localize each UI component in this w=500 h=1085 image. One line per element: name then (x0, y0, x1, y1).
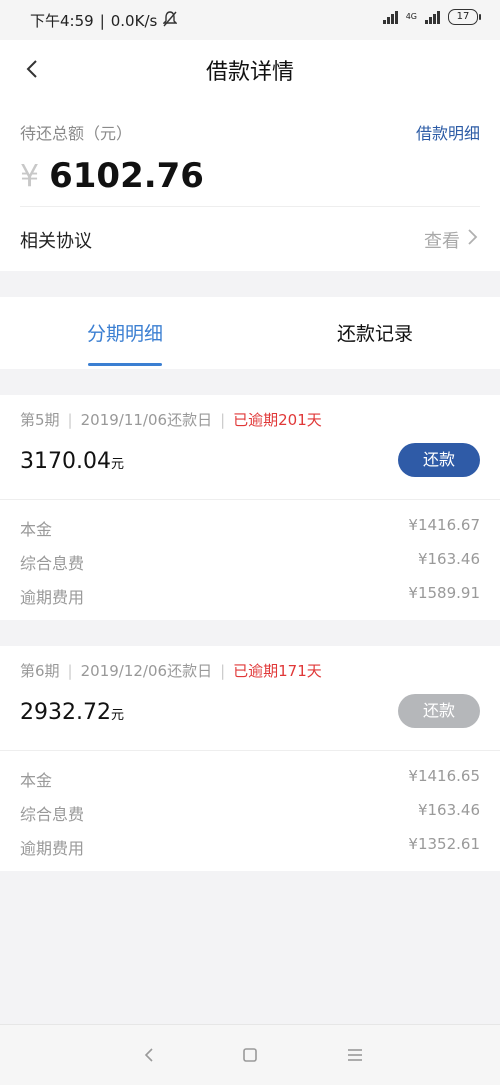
breakdown-row-principal: 本金 ¥1416.65 (20, 761, 480, 795)
breakdown-value: ¥1416.65 (408, 767, 480, 785)
installment-header: 第6期 | 2019/12/06还款日 | 已逾期171天 2932.72元 还… (0, 646, 500, 751)
outstanding-amount: 6102.76 (49, 156, 204, 196)
outstanding-amount-row: ¥ 6102.76 (20, 146, 480, 206)
breakdown-row-principal: 本金 ¥1416.67 (20, 510, 480, 544)
system-nav-bar (0, 1024, 500, 1085)
agreement-view: 查看 (424, 226, 480, 253)
network-indicator: 4G (406, 13, 417, 21)
breakdown-value: ¥1589.91 (408, 584, 480, 602)
repay-button[interactable]: 还款 (398, 443, 480, 477)
signal-2-icon (425, 10, 440, 24)
summary-header: 待还总额（元） 借款明细 (20, 100, 480, 146)
breakdown-label: 本金 (20, 771, 53, 790)
breakdown-value: ¥1416.67 (408, 516, 480, 534)
nav-menu-button[interactable] (343, 1043, 367, 1067)
status-bar: 下午4:59 | 0.0K/s 4G 17 (0, 0, 500, 40)
installment-amount: 2932.72元 (20, 700, 124, 725)
installment-amount-unit: 元 (110, 708, 124, 723)
installment-period: 第5期 (20, 411, 60, 429)
installment-meta: 第5期 | 2019/11/06还款日 | 已逾期201天 (20, 409, 322, 430)
breakdown-label: 逾期费用 (20, 588, 85, 607)
status-separator: | (99, 11, 105, 30)
loan-summary: 待还总额（元） 借款明细 ¥ 6102.76 相关协议 查看 (0, 100, 500, 271)
nav-home-button[interactable] (238, 1043, 262, 1067)
agreement-row[interactable]: 相关协议 查看 (20, 206, 480, 271)
meta-separator: | (67, 661, 73, 680)
breakdown-label: 逾期费用 (20, 839, 85, 858)
header: 借款详情 (0, 40, 500, 100)
breakdown-value: ¥1352.61 (408, 835, 480, 853)
battery-level: 17 (456, 11, 470, 22)
installment-due-date: 2019/11/06还款日 (80, 411, 213, 429)
currency-symbol: ¥ (20, 158, 40, 194)
breakdown-label: 本金 (20, 520, 53, 539)
breakdown-row-overdue-fee: 逾期费用 ¥1589.91 (20, 578, 480, 612)
battery-icon: 17 (448, 9, 481, 25)
installment-breakdown: 本金 ¥1416.67 综合息费 ¥163.46 逾期费用 ¥1589.91 (0, 500, 500, 620)
installment-amount-value: 3170.04 (20, 449, 111, 474)
status-time: 下午4:59 (30, 12, 94, 30)
tab-repayment-record[interactable]: 还款记录 (250, 319, 500, 346)
page-title: 借款详情 (205, 60, 294, 85)
outstanding-label: 待还总额（元） (20, 124, 133, 143)
repay-button-disabled[interactable]: 还款 (398, 694, 480, 728)
installment-due-date: 2019/12/06还款日 (80, 662, 213, 680)
breakdown-label: 综合息费 (20, 805, 85, 824)
nav-back-icon (138, 1048, 162, 1071)
installment-card: 第5期 | 2019/11/06还款日 | 已逾期201天 3170.04元 还… (0, 395, 500, 620)
installment-breakdown: 本金 ¥1416.65 综合息费 ¥163.46 逾期费用 ¥1352.61 (0, 751, 500, 871)
installment-amount: 3170.04元 (20, 449, 124, 474)
nav-menu-icon (343, 1049, 367, 1071)
active-tab-indicator (88, 363, 162, 366)
installment-card: 第6期 | 2019/12/06还款日 | 已逾期171天 2932.72元 还… (0, 646, 500, 871)
installment-header: 第5期 | 2019/11/06还款日 | 已逾期201天 3170.04元 还… (0, 395, 500, 500)
agreement-label: 相关协议 (20, 231, 92, 252)
nav-back-button[interactable] (138, 1043, 162, 1067)
breakdown-row-overdue-fee: 逾期费用 ¥1352.61 (20, 829, 480, 863)
status-speed: 0.0K/s (110, 11, 158, 30)
status-left: 下午4:59 | 0.0K/s (30, 10, 179, 31)
meta-separator: | (220, 661, 226, 680)
installment-meta: 第6期 | 2019/12/06还款日 | 已逾期171天 (20, 660, 322, 681)
installment-period: 第6期 (20, 662, 60, 680)
installment-amount-unit: 元 (110, 457, 124, 472)
status-right: 4G 17 (382, 9, 481, 25)
agreement-view-label: 查看 (424, 230, 460, 252)
tab-installment-detail[interactable]: 分期明细 (0, 319, 250, 346)
meta-separator: | (67, 410, 73, 429)
nav-home-icon (238, 1048, 262, 1071)
breakdown-label: 综合息费 (20, 554, 85, 573)
signal-icon (382, 10, 398, 24)
overdue-status: 已逾期171天 (233, 662, 322, 680)
installment-amount-value: 2932.72 (20, 700, 111, 725)
meta-separator: | (220, 410, 226, 429)
loan-detail-link[interactable]: 借款明细 (416, 120, 480, 144)
network-label: 4G (405, 12, 417, 21)
overdue-status: 已逾期201天 (233, 411, 322, 429)
breakdown-value: ¥163.46 (417, 550, 480, 568)
breakdown-value: ¥163.46 (417, 801, 480, 819)
chevron-right-icon (466, 226, 480, 253)
breakdown-row-interest: 综合息费 ¥163.46 (20, 544, 480, 578)
breakdown-row-interest: 综合息费 ¥163.46 (20, 795, 480, 829)
mute-bell-icon (162, 10, 179, 31)
tab-bar: 分期明细 还款记录 (0, 297, 500, 369)
